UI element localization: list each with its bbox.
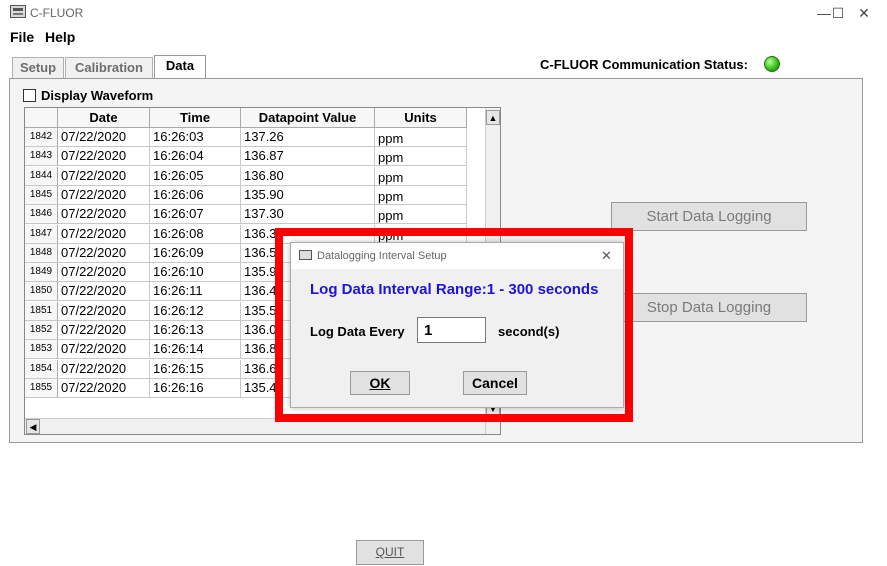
cell-datapoint-value[interactable]: 135.90 xyxy=(241,185,375,205)
dialog-titlebar: Datalogging Interval Setup ✕ xyxy=(291,243,623,269)
cell-date[interactable]: 07/22/2020 xyxy=(58,224,150,244)
scroll-left-arrow-icon[interactable]: ◀ xyxy=(26,419,40,434)
cell-date[interactable]: 07/22/2020 xyxy=(58,301,150,321)
tab-calibration[interactable]: Calibration xyxy=(65,57,153,79)
dialog-title: Datalogging Interval Setup xyxy=(317,250,447,262)
display-waveform-checkbox[interactable] xyxy=(23,89,36,102)
row-number[interactable]: 1849 xyxy=(25,263,58,283)
cell-date[interactable]: 07/22/2020 xyxy=(58,321,150,340)
cell-time[interactable]: 16:26:10 xyxy=(150,263,241,283)
table-row[interactable]: 1844 07/22/2020 16:26:05 136.80 ppm xyxy=(25,166,485,186)
cell-time[interactable]: 16:26:11 xyxy=(150,282,241,302)
cell-date[interactable]: 07/22/2020 xyxy=(58,147,150,167)
row-number[interactable]: 1854 xyxy=(25,359,58,379)
column-header-time[interactable]: Time xyxy=(150,108,241,128)
seconds-unit-label: second(s) xyxy=(498,324,560,339)
table-row[interactable]: 1846 07/22/2020 16:26:07 137.30 ppm xyxy=(25,205,485,225)
cell-date[interactable]: 07/22/2020 xyxy=(58,263,150,283)
datalogging-interval-dialog: Datalogging Interval Setup ✕ Log Data In… xyxy=(290,242,624,408)
table-row[interactable]: 1842 07/22/2020 16:26:03 137.26 ppm xyxy=(25,128,485,147)
cell-datapoint-value[interactable]: 137.26 xyxy=(241,128,375,147)
ok-button-label: OK xyxy=(369,375,391,391)
cell-time[interactable]: 16:26:13 xyxy=(150,321,241,340)
cell-time[interactable]: 16:26:03 xyxy=(150,128,241,147)
column-header-units[interactable]: Units xyxy=(375,108,467,128)
cell-time[interactable]: 16:26:08 xyxy=(150,224,241,244)
column-header-datapoint-value[interactable]: Datapoint Value xyxy=(241,108,375,128)
row-number[interactable]: 1852 xyxy=(25,321,58,340)
row-number[interactable]: 1843 xyxy=(25,147,58,167)
cell-units[interactable]: ppm xyxy=(375,205,467,225)
cancel-button[interactable]: Cancel xyxy=(463,371,527,395)
row-number[interactable]: 1846 xyxy=(25,205,58,225)
cell-time[interactable]: 16:26:12 xyxy=(150,301,241,321)
ok-button[interactable]: OK xyxy=(350,371,410,395)
row-number[interactable]: 1855 xyxy=(25,378,58,398)
cell-date[interactable]: 07/22/2020 xyxy=(58,359,150,379)
cell-time[interactable]: 16:26:14 xyxy=(150,340,241,360)
row-number[interactable]: 1845 xyxy=(25,185,58,205)
cell-time[interactable]: 16:26:04 xyxy=(150,147,241,167)
cell-date[interactable]: 07/22/2020 xyxy=(58,185,150,205)
menu-help[interactable]: Help xyxy=(45,29,75,45)
grid-header: Date Time Datapoint Value Units xyxy=(25,108,500,128)
row-number[interactable]: 1853 xyxy=(25,340,58,360)
menu-file[interactable]: File xyxy=(10,29,34,45)
column-header-date[interactable]: Date xyxy=(58,108,150,128)
cell-units[interactable]: ppm xyxy=(375,147,467,167)
cell-time[interactable]: 16:26:05 xyxy=(150,166,241,186)
quit-button[interactable]: QUIT xyxy=(356,540,424,565)
log-data-every-label: Log Data Every xyxy=(310,324,405,339)
cell-date[interactable]: 07/22/2020 xyxy=(58,166,150,186)
table-row[interactable]: 1845 07/22/2020 16:26:06 135.90 ppm xyxy=(25,185,485,205)
cell-date[interactable]: 07/22/2020 xyxy=(58,205,150,225)
row-number[interactable]: 1851 xyxy=(25,301,58,321)
cell-time[interactable]: 16:26:09 xyxy=(150,243,241,263)
app-icon xyxy=(10,5,26,18)
grid-corner xyxy=(25,108,58,128)
cell-time[interactable]: 16:26:15 xyxy=(150,359,241,379)
menu-bar: File Help xyxy=(0,26,887,48)
cell-datapoint-value[interactable]: 137.30 xyxy=(241,205,375,225)
status-led-icon xyxy=(764,56,780,72)
close-button[interactable]: ✕ xyxy=(846,2,882,24)
cell-date[interactable]: 07/22/2020 xyxy=(58,378,150,398)
cell-units[interactable]: ppm xyxy=(375,166,467,186)
tab-setup[interactable]: Setup xyxy=(12,57,64,79)
interval-input[interactable] xyxy=(417,317,486,343)
window-title: C-FLUOR xyxy=(30,6,84,20)
cell-date[interactable]: 07/22/2020 xyxy=(58,282,150,302)
quit-button-label: QUIT xyxy=(375,545,405,559)
row-number[interactable]: 1848 xyxy=(25,243,58,263)
tab-data[interactable]: Data xyxy=(154,55,206,79)
cell-datapoint-value[interactable]: 136.87 xyxy=(241,147,375,167)
interval-range-text: Log Data Interval Range:1 - 300 seconds xyxy=(310,281,599,298)
cell-time[interactable]: 16:26:16 xyxy=(150,378,241,398)
start-data-logging-button[interactable]: Start Data Logging xyxy=(611,202,807,231)
dialog-app-icon xyxy=(299,250,312,260)
cell-time[interactable]: 16:26:06 xyxy=(150,185,241,205)
cell-datapoint-value[interactable]: 136.80 xyxy=(241,166,375,186)
cell-date[interactable]: 07/22/2020 xyxy=(58,340,150,360)
row-number[interactable]: 1847 xyxy=(25,224,58,244)
cell-units[interactable]: ppm xyxy=(375,185,467,205)
table-row[interactable]: 1843 07/22/2020 16:26:04 136.87 ppm xyxy=(25,147,485,167)
communication-status-label: C-FLUOR Communication Status: xyxy=(540,57,748,72)
row-number[interactable]: 1844 xyxy=(25,166,58,186)
row-number[interactable]: 1850 xyxy=(25,282,58,302)
dialog-close-icon[interactable]: ✕ xyxy=(601,248,612,264)
cell-date[interactable]: 07/22/2020 xyxy=(58,243,150,263)
cell-date[interactable]: 07/22/2020 xyxy=(58,128,150,147)
scroll-up-arrow-icon[interactable]: ▲ xyxy=(486,110,500,125)
row-number[interactable]: 1842 xyxy=(25,128,58,147)
cell-units[interactable]: ppm xyxy=(375,128,467,147)
window-titlebar: C-FLUOR — ☐ ✕ xyxy=(0,0,887,26)
display-waveform-label: Display Waveform xyxy=(41,88,154,103)
stop-data-logging-button[interactable]: Stop Data Logging xyxy=(611,293,807,322)
cell-time[interactable]: 16:26:07 xyxy=(150,205,241,225)
